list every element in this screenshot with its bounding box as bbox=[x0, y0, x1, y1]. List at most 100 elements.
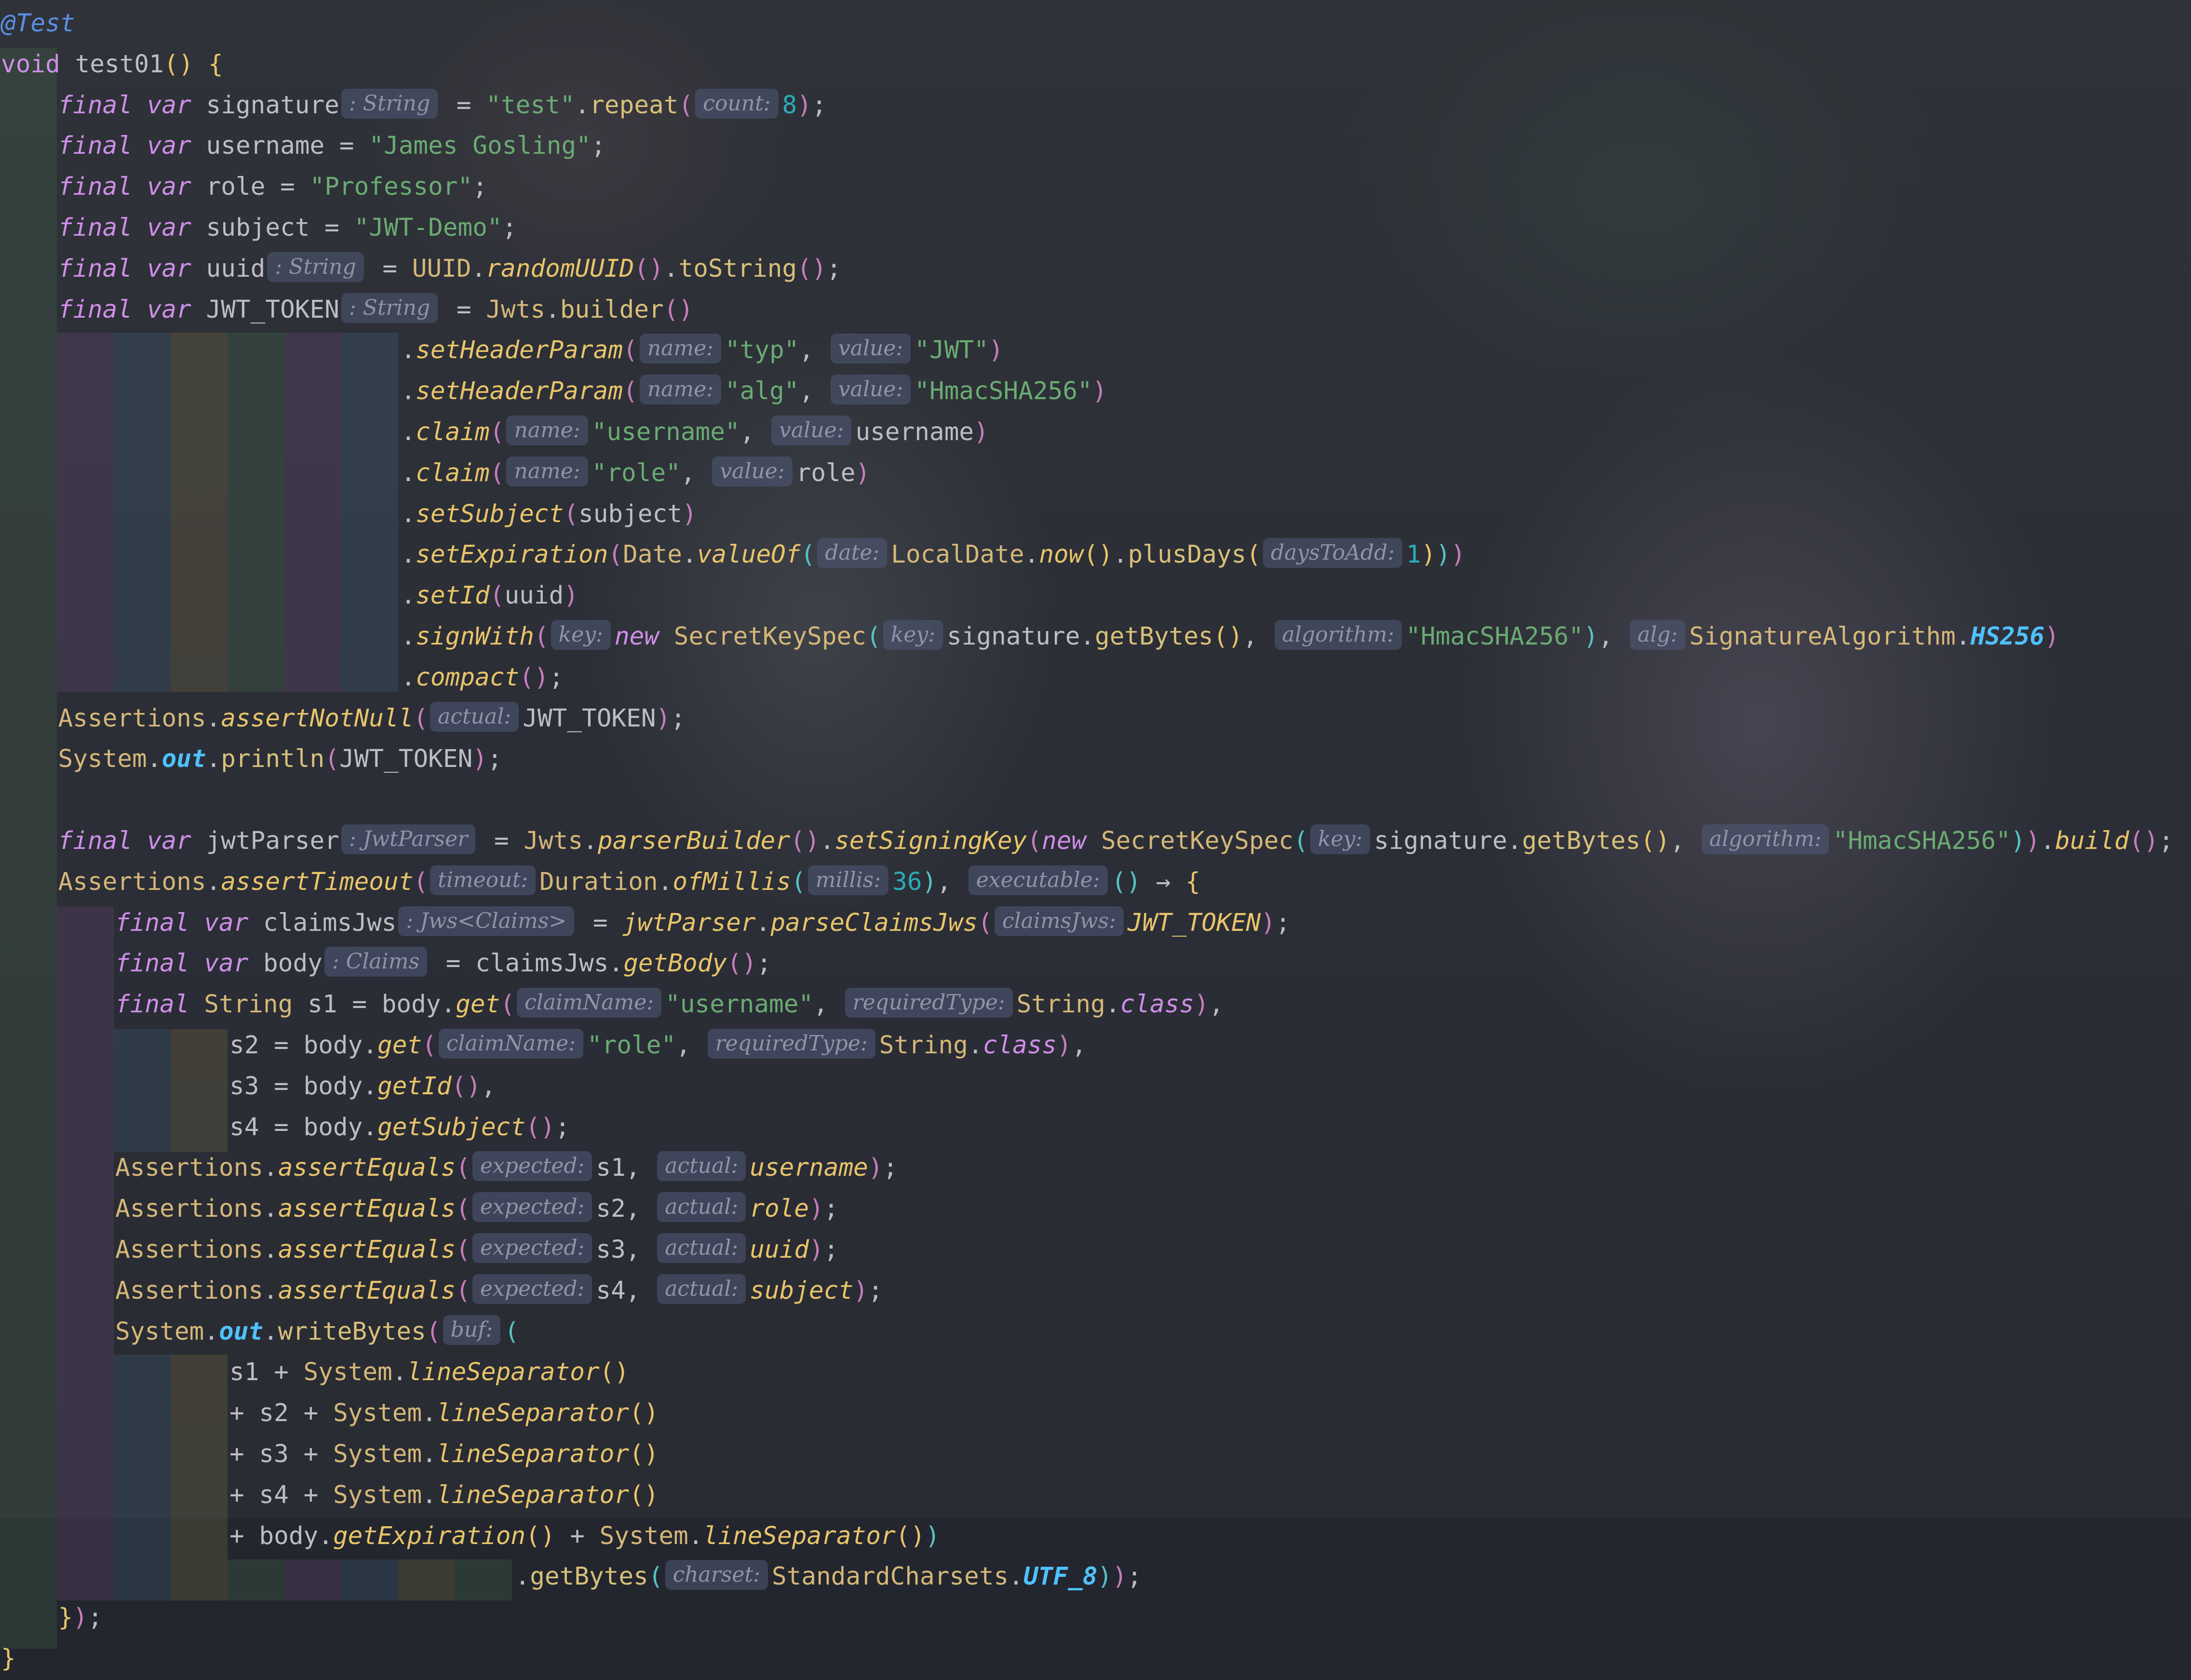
inlay-hint: algorithm: bbox=[1701, 824, 1829, 854]
code-editor[interactable]: @Test void test01() {final var signature:… bbox=[0, 0, 2191, 1680]
code-line[interactable]: System.out.println(JWT_TOKEN); bbox=[58, 739, 502, 780]
code-line[interactable]: final var JWT_TOKEN: String = Jwts.build… bbox=[58, 289, 693, 330]
code-token: . bbox=[401, 581, 416, 610]
code-line[interactable]: final var uuid: String = UUID.randomUUID… bbox=[58, 248, 841, 289]
code-token: . bbox=[968, 1031, 983, 1060]
code-token: username = bbox=[206, 132, 369, 161]
code-line[interactable]: final var body: Claims = claimsJws.getBo… bbox=[115, 943, 771, 984]
code-token: ) bbox=[1261, 908, 1276, 937]
code-token: = bbox=[442, 91, 486, 120]
code-line[interactable]: .signWith(key: new SecretKeySpec(key: sign… bbox=[401, 616, 2059, 657]
inlay-hint: date: bbox=[817, 538, 887, 568]
code-token: subject = bbox=[206, 214, 354, 242]
code-line[interactable]: } bbox=[1, 1638, 16, 1679]
code-token: . bbox=[401, 499, 416, 528]
code-line[interactable]: + body.getExpiration() + System.lineSepa… bbox=[229, 1516, 940, 1557]
code-line[interactable]: .setHeaderParam(name: "typ", value: "JWT") bbox=[401, 330, 1004, 371]
code-token: System bbox=[599, 1521, 688, 1550]
code-token: "alg" bbox=[725, 377, 799, 406]
code-token: ) bbox=[73, 1603, 88, 1632]
code-line[interactable]: final var signature: String = "test".rep… bbox=[58, 85, 827, 126]
code-line[interactable]: + s3 + System.lineSeparator() bbox=[229, 1434, 659, 1475]
code-line[interactable]: s4 = body.getSubject(); bbox=[229, 1107, 570, 1148]
code-line[interactable]: .getBytes(charset: StandardCharsets.UTF_8… bbox=[515, 1556, 1142, 1597]
code-token: ( bbox=[489, 458, 505, 487]
code-line[interactable]: Assertions.assertEquals(expected: s2, act… bbox=[115, 1188, 839, 1229]
code-line[interactable]: Assertions.assertEquals(expected: s1, act… bbox=[115, 1147, 898, 1188]
code-token: assertTimeout bbox=[221, 867, 414, 896]
code-token: JWT_TOKEN bbox=[206, 295, 339, 324]
inlay-hint: buf: bbox=[443, 1315, 501, 1345]
code-token: String bbox=[204, 990, 308, 1019]
code-line[interactable]: s2 = body.get(claimName: "role", required… bbox=[229, 1025, 1087, 1066]
code-line[interactable]: .setHeaderParam(name: "alg", value: "HmacS… bbox=[401, 371, 1107, 412]
code-token: ) bbox=[656, 704, 671, 733]
code-token: compact bbox=[416, 663, 520, 692]
code-line[interactable]: Assertions.assertTimeout(timeout: Duratio… bbox=[58, 861, 1200, 902]
code-token: ( bbox=[456, 1236, 470, 1264]
code-line[interactable]: final var role = "Professor"; bbox=[58, 166, 487, 207]
code-line[interactable]: + s2 + System.lineSeparator() bbox=[229, 1393, 659, 1434]
code-token: . bbox=[688, 1521, 703, 1550]
code-line[interactable]: System.out.writeBytes(buf:( bbox=[115, 1311, 519, 1352]
code-line[interactable]: final var claimsJws: Jws<Claims> = jwtPa… bbox=[115, 902, 1290, 943]
code-line[interactable]: .setExpiration(Date.valueOf(date: LocalDa… bbox=[401, 534, 1466, 575]
inlay-hint: key: bbox=[551, 620, 611, 650]
code-token: Assertions bbox=[115, 1154, 264, 1183]
code-token: System bbox=[115, 1317, 204, 1346]
code-token: ) bbox=[1097, 1562, 1113, 1591]
code-token: ) bbox=[1451, 540, 1466, 569]
code-token: } bbox=[58, 1603, 73, 1632]
code-token: void bbox=[1, 50, 75, 79]
code-line[interactable]: .claim(name: "role", value: role) bbox=[401, 453, 870, 494]
code-token: uuid bbox=[206, 254, 266, 283]
code-token: now bbox=[1039, 540, 1084, 569]
code-token: , bbox=[937, 867, 967, 896]
inlay-hint: expected: bbox=[472, 1151, 592, 1182]
indent-guide bbox=[341, 1559, 398, 1600]
code-line[interactable]: .compact(); bbox=[401, 657, 564, 698]
code-token: () bbox=[1213, 622, 1243, 651]
code-token: ; bbox=[487, 745, 502, 774]
code-token: () bbox=[797, 254, 827, 283]
code-token: ) bbox=[2010, 827, 2026, 855]
code-token: + s3 + bbox=[229, 1440, 333, 1468]
code-line[interactable]: s1 + System.lineSeparator() bbox=[229, 1352, 629, 1393]
code-token: ( bbox=[500, 990, 515, 1019]
code-token: ( bbox=[422, 1031, 437, 1060]
code-token: () bbox=[1083, 540, 1113, 569]
code-token: parserBuilder bbox=[597, 827, 791, 855]
code-token: System bbox=[303, 1358, 392, 1387]
code-token: ) bbox=[472, 745, 488, 774]
code-line[interactable]: final var subject = "JWT-Demo"; bbox=[58, 207, 517, 248]
code-token: s4 = body. bbox=[229, 1113, 378, 1142]
code-line[interactable]: s3 = body.getId(), bbox=[229, 1066, 496, 1107]
code-line[interactable]: .setSubject(subject) bbox=[401, 494, 697, 535]
code-token: System bbox=[333, 1480, 422, 1509]
code-line[interactable]: final String s1 = body.get(claimName: "us… bbox=[115, 984, 1224, 1025]
code-line[interactable]: Assertions.assertEquals(expected: s3, act… bbox=[115, 1229, 839, 1270]
code-token: = bbox=[578, 908, 623, 937]
code-line[interactable]: void test01() { bbox=[1, 44, 223, 85]
code-token: "role" bbox=[587, 1031, 676, 1060]
code-line[interactable]: @Test bbox=[1, 3, 75, 44]
code-line[interactable]: + s4 + System.lineSeparator() bbox=[229, 1475, 659, 1516]
code-line[interactable]: .setId(uuid) bbox=[401, 575, 579, 616]
code-line[interactable]: }); bbox=[58, 1597, 103, 1638]
code-token: s1, bbox=[596, 1154, 656, 1183]
code-token: get bbox=[456, 990, 500, 1019]
code-line[interactable]: Assertions.assertNotNull(actual: JWT_TOKE… bbox=[58, 698, 686, 739]
code-line[interactable]: final var username = "James Gosling"; bbox=[58, 125, 606, 166]
code-line[interactable]: .claim(name: "username", value: username) bbox=[401, 412, 989, 453]
code-token: Date bbox=[623, 540, 682, 569]
code-token: lineSeparator bbox=[407, 1358, 600, 1387]
code-token: . bbox=[583, 827, 598, 855]
code-token: final var bbox=[115, 908, 264, 937]
code-token: assertEquals bbox=[278, 1154, 456, 1183]
code-token: . bbox=[401, 458, 416, 487]
code-line[interactable]: final var jwtParser: JwtParser = Jwts.pa… bbox=[58, 820, 2174, 861]
code-token: claim bbox=[416, 418, 490, 446]
code-token: final var bbox=[58, 214, 206, 242]
code-token: lineSeparator bbox=[436, 1399, 630, 1428]
code-line[interactable]: Assertions.assertEquals(expected: s4, act… bbox=[115, 1270, 883, 1311]
